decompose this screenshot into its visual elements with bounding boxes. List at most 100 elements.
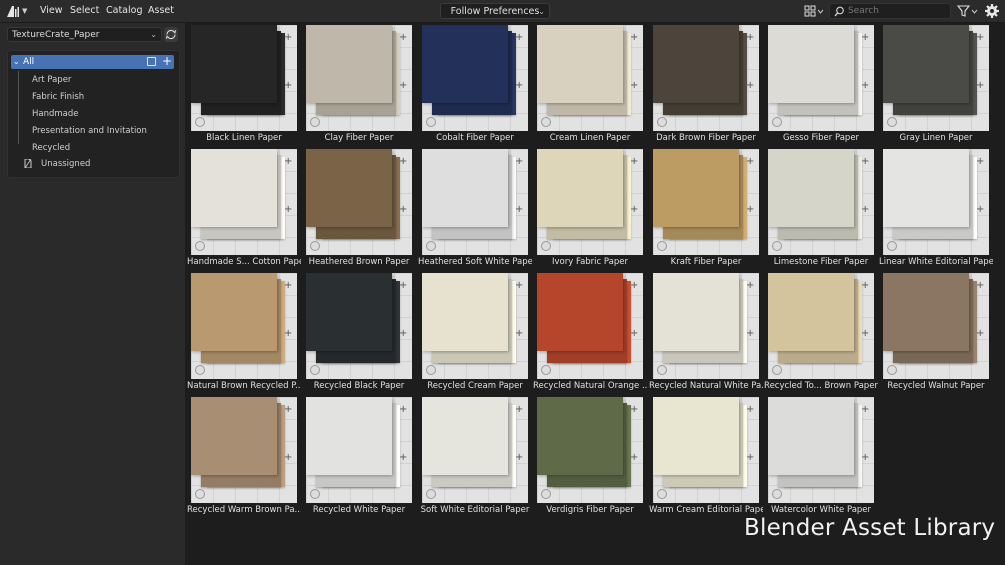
crosshair-mark: +	[399, 156, 408, 167]
editor-type-button[interactable]: ▼	[6, 3, 30, 19]
header-bar: ▼ View Select Catalog Asset Follow Prefe…	[0, 0, 1005, 23]
asset-thumbnail[interactable]: + +	[537, 149, 643, 255]
asset-tile[interactable]: + + Gesso Fiber Paper	[764, 23, 874, 143]
asset-thumbnail[interactable]: + +	[422, 397, 528, 503]
asset-thumbnail[interactable]: + +	[653, 397, 759, 503]
menu-asset[interactable]: Asset	[148, 0, 174, 22]
asset-name: Limestone Fiber Paper	[773, 257, 869, 267]
asset-thumbnail[interactable]: + +	[653, 149, 759, 255]
asset-thumbnail[interactable]: + +	[768, 397, 874, 503]
paper-sheet	[653, 397, 739, 475]
crosshair-mark: +	[515, 204, 524, 215]
save-icon[interactable]	[147, 57, 156, 66]
crosshair-mark: +	[399, 452, 408, 463]
settings-button[interactable]	[984, 3, 1000, 19]
catalog-item-presentation[interactable]: Presentation and Invitation	[32, 125, 147, 137]
asset-thumbnail[interactable]: + +	[768, 25, 874, 131]
asset-tile[interactable]: + + Watercolor White Paper	[764, 395, 874, 515]
library-selector[interactable]: TextureCrate_Paper ⌄	[7, 27, 162, 42]
asset-tile[interactable]: + + Recycled White Paper	[302, 395, 412, 515]
paper-sheet	[883, 273, 969, 351]
watermark-text: Blender Asset Library	[744, 515, 996, 541]
chevron-down-icon[interactable]: ⌄	[13, 55, 20, 69]
asset-thumbnail[interactable]: + +	[768, 273, 874, 379]
search-field[interactable]	[829, 3, 951, 19]
asset-tile[interactable]: + + Heathered Soft White Paper	[418, 147, 532, 267]
crosshair-mark: +	[746, 32, 755, 43]
asset-thumbnail[interactable]: + +	[306, 397, 412, 503]
display-mode-button[interactable]	[803, 3, 825, 19]
import-method-dropdown[interactable]: Follow Preferences ⌄	[440, 3, 550, 19]
asset-tile[interactable]: + + Handmade S... Cotton Paper	[187, 147, 301, 267]
menu-view[interactable]: View	[40, 0, 63, 22]
asset-tile[interactable]: + + Kraft Fiber Paper	[649, 147, 759, 267]
asset-tile[interactable]: + + Recycled Cream Paper	[418, 271, 528, 391]
asset-tile[interactable]: + + Heathered Brown Paper	[302, 147, 412, 267]
asset-tile[interactable]: + + Natural Brown Recycled P...	[187, 271, 301, 391]
asset-tile[interactable]: + + Warm Cream Editorial Paper	[649, 395, 763, 515]
asset-tile[interactable]: + + Ivory Fabric Paper	[533, 147, 643, 267]
paper-sheet	[768, 397, 854, 475]
asset-thumbnail[interactable]: + +	[306, 25, 412, 131]
asset-name: Handmade S... Cotton Paper	[187, 257, 301, 267]
catalog-item-recycled[interactable]: Recycled	[32, 142, 70, 154]
add-catalog-icon[interactable]: +	[162, 54, 172, 68]
asset-tile[interactable]: + + Recycled Black Paper	[302, 271, 412, 391]
asset-name: Kraft Fiber Paper	[670, 257, 742, 267]
catalog-item-fabric-finish[interactable]: Fabric Finish	[32, 91, 84, 103]
refresh-library-button[interactable]	[164, 27, 178, 42]
catalog-item-handmade[interactable]: Handmade	[32, 108, 79, 120]
material-type-icon	[541, 489, 551, 499]
asset-thumbnail[interactable]: + +	[422, 273, 528, 379]
asset-thumbnail[interactable]: + +	[191, 397, 297, 503]
paper-sheet	[191, 273, 277, 351]
asset-tile[interactable]: + + Gray Linen Paper	[879, 23, 989, 143]
asset-thumbnail[interactable]: + +	[883, 25, 989, 131]
asset-thumbnail[interactable]: + +	[306, 149, 412, 255]
catalog-item-unassigned[interactable]: Unassigned	[41, 158, 90, 170]
menu-catalog[interactable]: Catalog	[106, 0, 142, 22]
asset-thumbnail[interactable]: + +	[537, 273, 643, 379]
crosshair-mark: +	[861, 156, 870, 167]
asset-tile[interactable]: + + Cobalt Fiber Paper	[418, 23, 528, 143]
asset-tile[interactable]: + + Recycled To... Brown Paper	[764, 271, 878, 391]
material-type-icon	[887, 365, 897, 375]
asset-tile[interactable]: + + Verdigris Fiber Paper	[533, 395, 643, 515]
menu-select[interactable]: Select	[70, 0, 99, 22]
asset-tile[interactable]: + + Black Linen Paper	[187, 23, 297, 143]
asset-tile[interactable]: + + Dark Brown Fiber Paper	[649, 23, 759, 143]
asset-thumbnail[interactable]: + +	[191, 273, 297, 379]
paper-sheet	[306, 397, 392, 475]
asset-thumbnail[interactable]: + +	[768, 149, 874, 255]
asset-thumbnail[interactable]: + +	[191, 149, 297, 255]
asset-thumbnail[interactable]: + +	[653, 25, 759, 131]
crosshair-mark: +	[976, 280, 985, 291]
catalog-item-art-paper[interactable]: Art Paper	[32, 74, 71, 86]
asset-tile[interactable]: + + Clay Fiber Paper	[302, 23, 412, 143]
search-input[interactable]	[848, 4, 946, 18]
asset-tile[interactable]: + + Cream Linen Paper	[533, 23, 643, 143]
asset-thumbnail[interactable]: + +	[422, 149, 528, 255]
crosshair-mark: +	[630, 280, 639, 291]
asset-name: Ivory Fabric Paper	[552, 257, 628, 267]
filter-button[interactable]	[956, 3, 980, 19]
asset-thumbnail[interactable]: + +	[537, 25, 643, 131]
asset-tile[interactable]: + + Linear White Editorial Paper	[879, 147, 993, 267]
catalog-item-all[interactable]: ⌄ All +	[11, 54, 174, 69]
asset-tile[interactable]: + + Limestone Fiber Paper	[764, 147, 874, 267]
asset-thumbnail[interactable]: + +	[422, 25, 528, 131]
asset-name: Gray Linen Paper	[899, 133, 973, 143]
asset-tile[interactable]: + + Soft White Editorial Paper	[418, 395, 529, 515]
asset-thumbnail[interactable]: + +	[883, 273, 989, 379]
crosshair-mark: +	[746, 80, 755, 91]
asset-tile[interactable]: + + Recycled Warm Brown Pa...	[187, 395, 301, 515]
gear-icon	[985, 4, 999, 18]
asset-thumbnail[interactable]: + +	[883, 149, 989, 255]
asset-thumbnail[interactable]: + +	[653, 273, 759, 379]
asset-thumbnail[interactable]: + +	[191, 25, 297, 131]
asset-tile[interactable]: + + Recycled Natural White Pa...	[649, 271, 763, 391]
asset-thumbnail[interactable]: + +	[537, 397, 643, 503]
asset-thumbnail[interactable]: + +	[306, 273, 412, 379]
asset-tile[interactable]: + + Recycled Natural Orange ...	[533, 271, 647, 391]
asset-tile[interactable]: + + Recycled Walnut Paper	[879, 271, 989, 391]
